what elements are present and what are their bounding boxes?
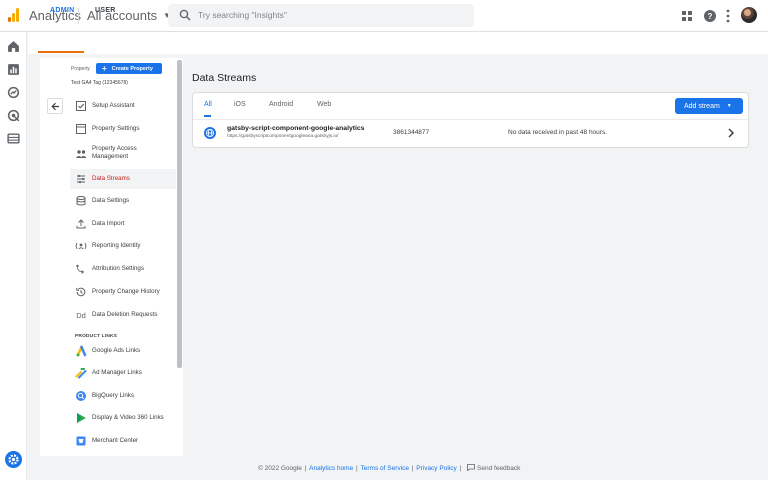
title-divider <box>78 8 79 24</box>
active-stream-tab-indicator <box>204 115 211 117</box>
sidebar-item-ad-manager-links[interactable]: Ad Manager Links <box>70 363 176 383</box>
upload-icon <box>76 219 86 229</box>
add-stream-button[interactable]: Add stream ▼ <box>675 98 743 114</box>
sidebar-item-label: Property Settings <box>92 125 140 132</box>
sidebar-item-label: Attribution Settings <box>92 265 144 272</box>
property-name[interactable]: Test GA4 Tag (12345678) <box>71 80 128 86</box>
apps-grid-icon[interactable] <box>682 9 692 23</box>
sidebar-item-label: Property Access Management <box>92 145 137 160</box>
tab-admin[interactable]: ADMIN <box>50 7 74 14</box>
attribution-icon <box>76 264 85 274</box>
svg-text:Dd: Dd <box>76 311 86 320</box>
search-bar[interactable]: Try searching "Insights" <box>168 4 474 27</box>
checklist-icon <box>76 101 86 111</box>
footer: © 2022 Google | Analytics home | Terms o… <box>258 464 521 472</box>
sidebar-item-label: Data Deletion Requests <box>92 311 158 318</box>
footer-link-analytics-home[interactable]: Analytics home <box>309 465 353 472</box>
sidebar-item-label: Data Import <box>92 220 125 227</box>
sidebar-item-reporting-identity[interactable]: Reporting Identity <box>70 236 176 256</box>
identity-icon <box>75 242 87 250</box>
tab-all[interactable]: All <box>204 101 212 108</box>
tab-user[interactable]: USER <box>95 7 116 14</box>
plus-icon: + <box>102 64 107 73</box>
sidebar-item-dv360-links[interactable]: Display & Video 360 Links <box>70 408 176 428</box>
caret-down-icon: ▼ <box>726 103 732 109</box>
advertising-icon[interactable] <box>7 109 20 122</box>
sidebar-item-label: Google Ads Links <box>92 347 141 354</box>
stream-status: No data received in past 48 hours. <box>508 129 608 136</box>
sidebar-scrollbar[interactable] <box>177 60 182 368</box>
tab-android[interactable]: Android <box>269 101 293 108</box>
search-icon <box>179 9 191 21</box>
avatar[interactable] <box>741 7 757 23</box>
send-feedback-link[interactable]: Send feedback <box>477 465 520 472</box>
footer-link-terms[interactable]: Terms of Service <box>361 465 409 472</box>
dv360-icon <box>77 413 86 423</box>
database-icon <box>76 196 86 206</box>
sidebar-item-label: Data Streams <box>92 175 130 182</box>
analytics-logo-icon[interactable] <box>8 8 20 22</box>
sidebar-item-property-access-management[interactable]: Property Access Management <box>70 144 176 164</box>
sidebar-item-label: Ad Manager Links <box>92 369 142 376</box>
google-ads-icon <box>76 345 87 357</box>
configure-list-icon[interactable] <box>7 132 20 145</box>
back-button[interactable] <box>47 98 63 114</box>
help-icon[interactable]: ? <box>704 9 716 23</box>
sidebar-item-data-import[interactable]: Data Import <box>70 214 176 234</box>
home-icon[interactable] <box>7 40 20 53</box>
add-stream-label: Add stream <box>684 103 720 110</box>
svg-text:?: ? <box>708 12 713 21</box>
arrow-back-icon <box>51 102 59 111</box>
admin-settings-icon[interactable] <box>5 451 22 468</box>
sidebar-item-property-settings[interactable]: Property Settings <box>70 119 176 139</box>
dd-icon: Dd <box>76 311 86 320</box>
footer-copyright: © 2022 Google <box>258 465 302 472</box>
sidebar-item-label: Setup Assistant <box>92 102 135 109</box>
sidebar-item-google-ads-links[interactable]: Google Ads Links <box>70 341 176 361</box>
top-app-bar: Analytics All accounts▼ Try searching "I… <box>0 0 768 32</box>
footer-link-privacy[interactable]: Privacy Policy <box>416 465 456 472</box>
sidebar-item-bigquery-links[interactable]: BigQuery Links <box>70 386 176 406</box>
history-icon <box>76 287 86 297</box>
property-label: Property <box>71 66 90 72</box>
sidebar-item-label: Data Settings <box>92 197 130 204</box>
admin-user-tabbar <box>28 32 768 54</box>
more-vert-icon[interactable] <box>726 9 730 23</box>
stream-id: 3861344877 <box>393 129 430 136</box>
sidebar-item-label: Merchant Center <box>92 437 139 444</box>
sidebar-item-label: Property Change History <box>92 288 160 295</box>
sidebar-item-data-deletion-requests[interactable]: Dd Data Deletion Requests <box>70 305 176 325</box>
settings-square-icon <box>76 124 86 134</box>
stream-url: https://gatsbyscriptcomponentgoogleana.g… <box>227 134 339 139</box>
left-nav-rail <box>0 32 27 480</box>
sidebar-item-setup-assistant[interactable]: Setup Assistant <box>70 96 176 116</box>
sidebar-item-attribution-settings[interactable]: Attribution Settings <box>70 259 176 279</box>
tab-ios[interactable]: iOS <box>234 101 246 108</box>
merchant-center-icon <box>76 436 86 446</box>
stream-name: gatsby-script-component-google-analytics <box>227 125 365 132</box>
explore-icon[interactable] <box>7 86 20 99</box>
reports-icon[interactable] <box>7 63 20 76</box>
create-property-label: Create Property <box>111 66 153 72</box>
active-tab-indicator <box>38 51 84 53</box>
globe-icon <box>204 127 216 139</box>
sidebar-item-data-streams[interactable]: Data Streams <box>70 169 176 189</box>
people-icon <box>75 150 87 158</box>
sidebar-item-merchant-center[interactable]: Merchant Center <box>70 431 176 451</box>
sidebar-item-label: BigQuery Links <box>92 392 134 399</box>
product-links-heading: PRODUCT LINKS <box>75 334 118 339</box>
streams-icon <box>77 174 85 184</box>
chevron-right-icon[interactable] <box>727 128 735 138</box>
sidebar-item-label: Reporting Identity <box>92 242 141 249</box>
bigquery-icon <box>76 391 86 401</box>
sidebar-item-label: Display & Video 360 Links <box>92 414 164 421</box>
ad-manager-icon <box>75 368 87 379</box>
search-placeholder: Try searching "Insights" <box>198 10 287 20</box>
feedback-icon <box>467 464 475 471</box>
sidebar-item-property-change-history[interactable]: Property Change History <box>70 282 176 302</box>
create-property-button[interactable]: + Create Property <box>96 63 162 74</box>
page-title: Data Streams <box>192 72 257 84</box>
tab-web[interactable]: Web <box>317 101 331 108</box>
sidebar-item-data-settings[interactable]: Data Settings <box>70 191 176 211</box>
